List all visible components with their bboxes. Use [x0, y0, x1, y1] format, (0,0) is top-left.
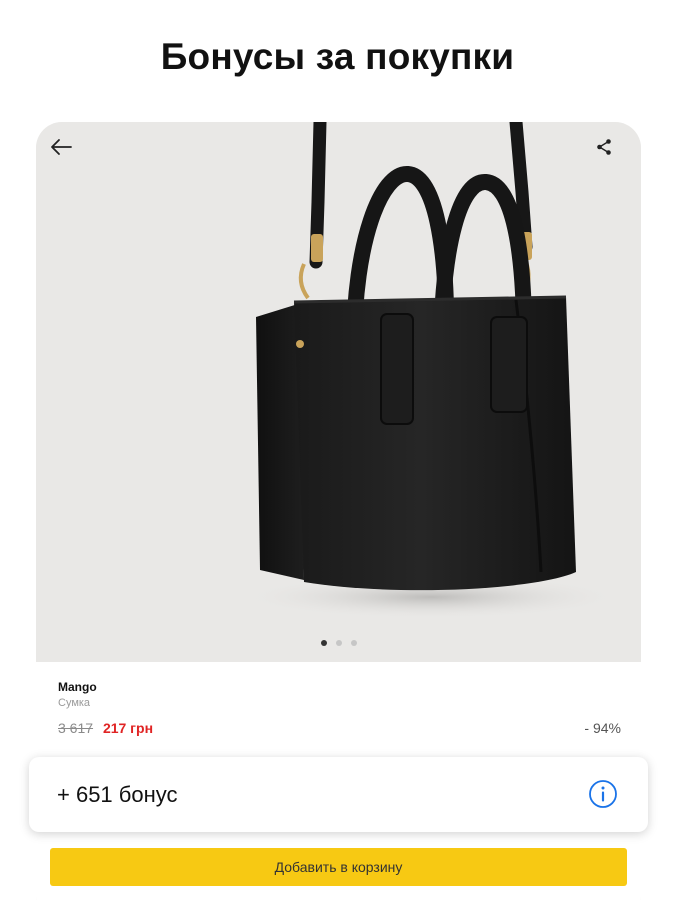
info-icon [589, 780, 617, 808]
sale-price: 217 грн [102, 720, 154, 736]
discount-badge: - 94% [584, 720, 621, 736]
bonus-amount: + 651 бонус [57, 782, 178, 807]
arrow-left-icon [51, 139, 72, 155]
carousel-indicator [36, 640, 641, 646]
carousel-dot[interactable] [335, 640, 342, 646]
product-brand: Mango [58, 680, 97, 694]
share-icon [597, 139, 611, 155]
old-price: 3 617 [58, 720, 94, 736]
product-image [36, 122, 641, 662]
product-category: Сумка [58, 697, 91, 709]
back-button[interactable] [50, 138, 82, 170]
share-button[interactable] [595, 138, 623, 166]
carousel-dot[interactable] [350, 640, 357, 646]
bonus-card: + 651 бонус [29, 757, 648, 832]
carousel-dot[interactable] [320, 640, 327, 646]
bag-illustration [241, 122, 621, 619]
price-row: 3 617 217 грн [58, 720, 153, 736]
bonus-info-button[interactable] [588, 779, 618, 809]
add-to-cart-button[interactable]: Добавить в корзину [50, 848, 627, 886]
page-title: Бонусы за покупки [160, 36, 515, 77]
